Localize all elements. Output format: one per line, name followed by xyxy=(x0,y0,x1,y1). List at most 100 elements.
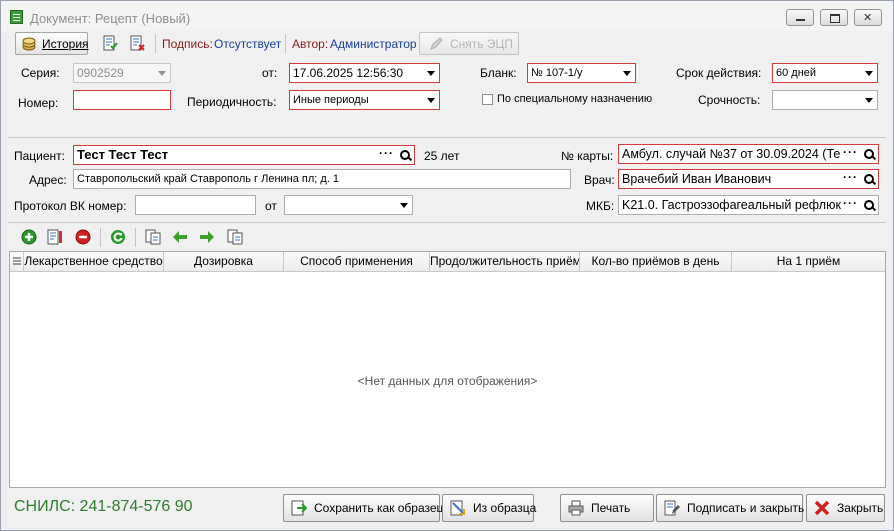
protocol-number-input[interactable] xyxy=(135,195,256,215)
special-purpose-label: По специальному назначению xyxy=(497,93,653,105)
blank-select[interactable]: № 107-1/у xyxy=(527,63,636,83)
validity-value: 60 дней xyxy=(776,67,817,79)
maximize-button[interactable] xyxy=(820,9,848,26)
mkb-lookup[interactable]: K21.0. Гастроэзофагеальный рефлюкс ··· xyxy=(618,195,879,215)
address-label: Адрес: xyxy=(29,173,67,187)
close-icon xyxy=(814,500,830,516)
close-label: Закрыть xyxy=(837,501,884,515)
patient-age: 25 лет xyxy=(424,149,460,163)
period-value: Иные периоды xyxy=(293,94,369,106)
patient-value: Тест Тест Тест xyxy=(77,147,169,162)
chevron-down-icon[interactable] xyxy=(423,92,438,108)
author-label: Автор: xyxy=(292,37,329,51)
column-header-duration[interactable]: Продолжительность приёма xyxy=(430,252,580,271)
grid-header: Лекарственное средство Дозировка Способ … xyxy=(10,252,885,272)
chevron-down-icon[interactable] xyxy=(861,65,876,81)
column-header-drug[interactable]: Лекарственное средство xyxy=(24,252,164,271)
sign-document-icon xyxy=(664,500,680,516)
copy-icon[interactable] xyxy=(145,229,161,245)
chevron-down-icon[interactable] xyxy=(423,65,438,81)
lookup-buttons[interactable]: ··· xyxy=(841,196,877,213)
column-header-dosage[interactable]: Дозировка xyxy=(164,252,284,271)
chevron-down-icon[interactable] xyxy=(861,92,876,108)
refresh-icon[interactable] xyxy=(110,229,126,245)
lookup-buttons[interactable]: ··· xyxy=(377,146,413,163)
minimize-button[interactable] xyxy=(786,9,814,26)
pen-icon xyxy=(430,37,443,50)
window-title: Документ: Рецепт (Новый) xyxy=(30,11,191,26)
toolbar-separator xyxy=(285,34,286,53)
cancel-document-icon[interactable] xyxy=(129,35,145,51)
save-template-label: Сохранить как образец xyxy=(314,501,444,515)
remove-signature-label: Снять ЭЦП xyxy=(450,37,513,51)
number-input[interactable] xyxy=(73,90,171,110)
urgency-select[interactable] xyxy=(772,90,878,110)
medications-grid[interactable]: Лекарственное средство Дозировка Способ … xyxy=(9,251,886,488)
doctor-lookup[interactable]: Врачебий Иван Иванович ··· xyxy=(618,169,879,189)
protocol-from-label: от xyxy=(265,199,277,213)
column-header-per-dose[interactable]: На 1 приём xyxy=(732,252,885,271)
series-select[interactable]: 0902529 xyxy=(73,63,171,83)
remove-signature-button[interactable]: Снять ЭЦП xyxy=(419,32,519,55)
special-purpose-checkbox[interactable] xyxy=(482,94,493,105)
title-bar: Документ: Рецепт (Новый) xyxy=(1,1,893,31)
mkb-label: МКБ: xyxy=(586,199,615,213)
grid-menu-icon[interactable] xyxy=(10,252,24,271)
search-icon[interactable] xyxy=(864,200,874,210)
signature-label: Подпись: xyxy=(162,37,213,51)
lookup-buttons[interactable]: ··· xyxy=(841,145,877,162)
from-template-button[interactable]: Из образца xyxy=(442,494,537,522)
check-document-icon[interactable] xyxy=(102,35,118,51)
history-button[interactable]: История xyxy=(15,32,89,55)
print-button[interactable]: Печать xyxy=(560,494,654,522)
mkb-value: K21.0. Гастроэзофагеальный рефлюкс xyxy=(622,198,848,212)
card-lookup[interactable]: Амбул. случай №37 от 30.09.2024 (Те ··· xyxy=(618,144,879,164)
close-button[interactable]: Закрыть xyxy=(806,494,885,522)
add-icon[interactable] xyxy=(21,229,37,245)
chevron-down-icon[interactable] xyxy=(619,65,634,81)
card-label: № карты: xyxy=(561,149,614,163)
column-header-method[interactable]: Способ применения xyxy=(284,252,430,271)
more-icon[interactable]: ··· xyxy=(843,196,858,212)
chevron-down-icon[interactable] xyxy=(396,197,411,213)
close-window-button[interactable] xyxy=(854,9,882,26)
period-select[interactable]: Иные периоды xyxy=(289,90,440,110)
blank-value: № 107-1/у xyxy=(531,67,583,79)
patient-label: Пациент: xyxy=(14,149,66,163)
search-icon[interactable] xyxy=(400,150,410,160)
date-from-value: 17.06.2025 12:56:30 xyxy=(293,66,404,80)
column-header-times-per-day[interactable]: Кол-во приёмов в день xyxy=(580,252,732,271)
toolbar-separator xyxy=(155,34,156,53)
patient-lookup[interactable]: Тест Тест Тест ··· xyxy=(73,145,415,165)
number-label: Номер: xyxy=(18,96,59,110)
section-divider xyxy=(8,222,886,223)
search-icon[interactable] xyxy=(864,149,874,159)
from-template-label: Из образца xyxy=(473,501,537,515)
sign-and-close-button[interactable]: Подписать и закрыть xyxy=(656,494,805,522)
lookup-buttons[interactable]: ··· xyxy=(841,170,877,187)
save-template-button[interactable]: Сохранить как образец xyxy=(283,494,444,522)
validity-select[interactable]: 60 дней xyxy=(772,63,878,83)
search-icon[interactable] xyxy=(864,174,874,184)
save-template-icon xyxy=(291,500,307,516)
address-input[interactable]: Ставропольский край Ставрополь г Ленина … xyxy=(73,169,571,189)
sign-and-close-label: Подписать и закрыть xyxy=(687,501,805,515)
arrow-left-icon[interactable] xyxy=(172,229,188,245)
more-icon[interactable]: ··· xyxy=(379,146,394,162)
history-icon xyxy=(22,37,36,51)
date-from-input[interactable]: 17.06.2025 12:56:30 xyxy=(289,63,440,83)
paste-icon[interactable] xyxy=(227,229,243,245)
snils-text: СНИЛС: 241-874-576 90 xyxy=(14,498,193,515)
series-label: Серия: xyxy=(21,66,60,80)
arrow-right-icon[interactable] xyxy=(199,229,215,245)
doctor-label: Врач: xyxy=(584,173,615,187)
doctor-value: Врачебий Иван Иванович xyxy=(622,172,772,186)
edit-icon[interactable] xyxy=(47,229,63,245)
empty-grid-message: <Нет данных для отображения> xyxy=(357,374,538,388)
more-icon[interactable]: ··· xyxy=(843,170,858,186)
delete-icon[interactable] xyxy=(75,229,91,245)
protocol-date-select[interactable] xyxy=(284,195,413,215)
more-icon[interactable]: ··· xyxy=(843,145,858,161)
series-value: 0902529 xyxy=(77,66,124,80)
urgency-label: Срочность: xyxy=(698,93,761,107)
